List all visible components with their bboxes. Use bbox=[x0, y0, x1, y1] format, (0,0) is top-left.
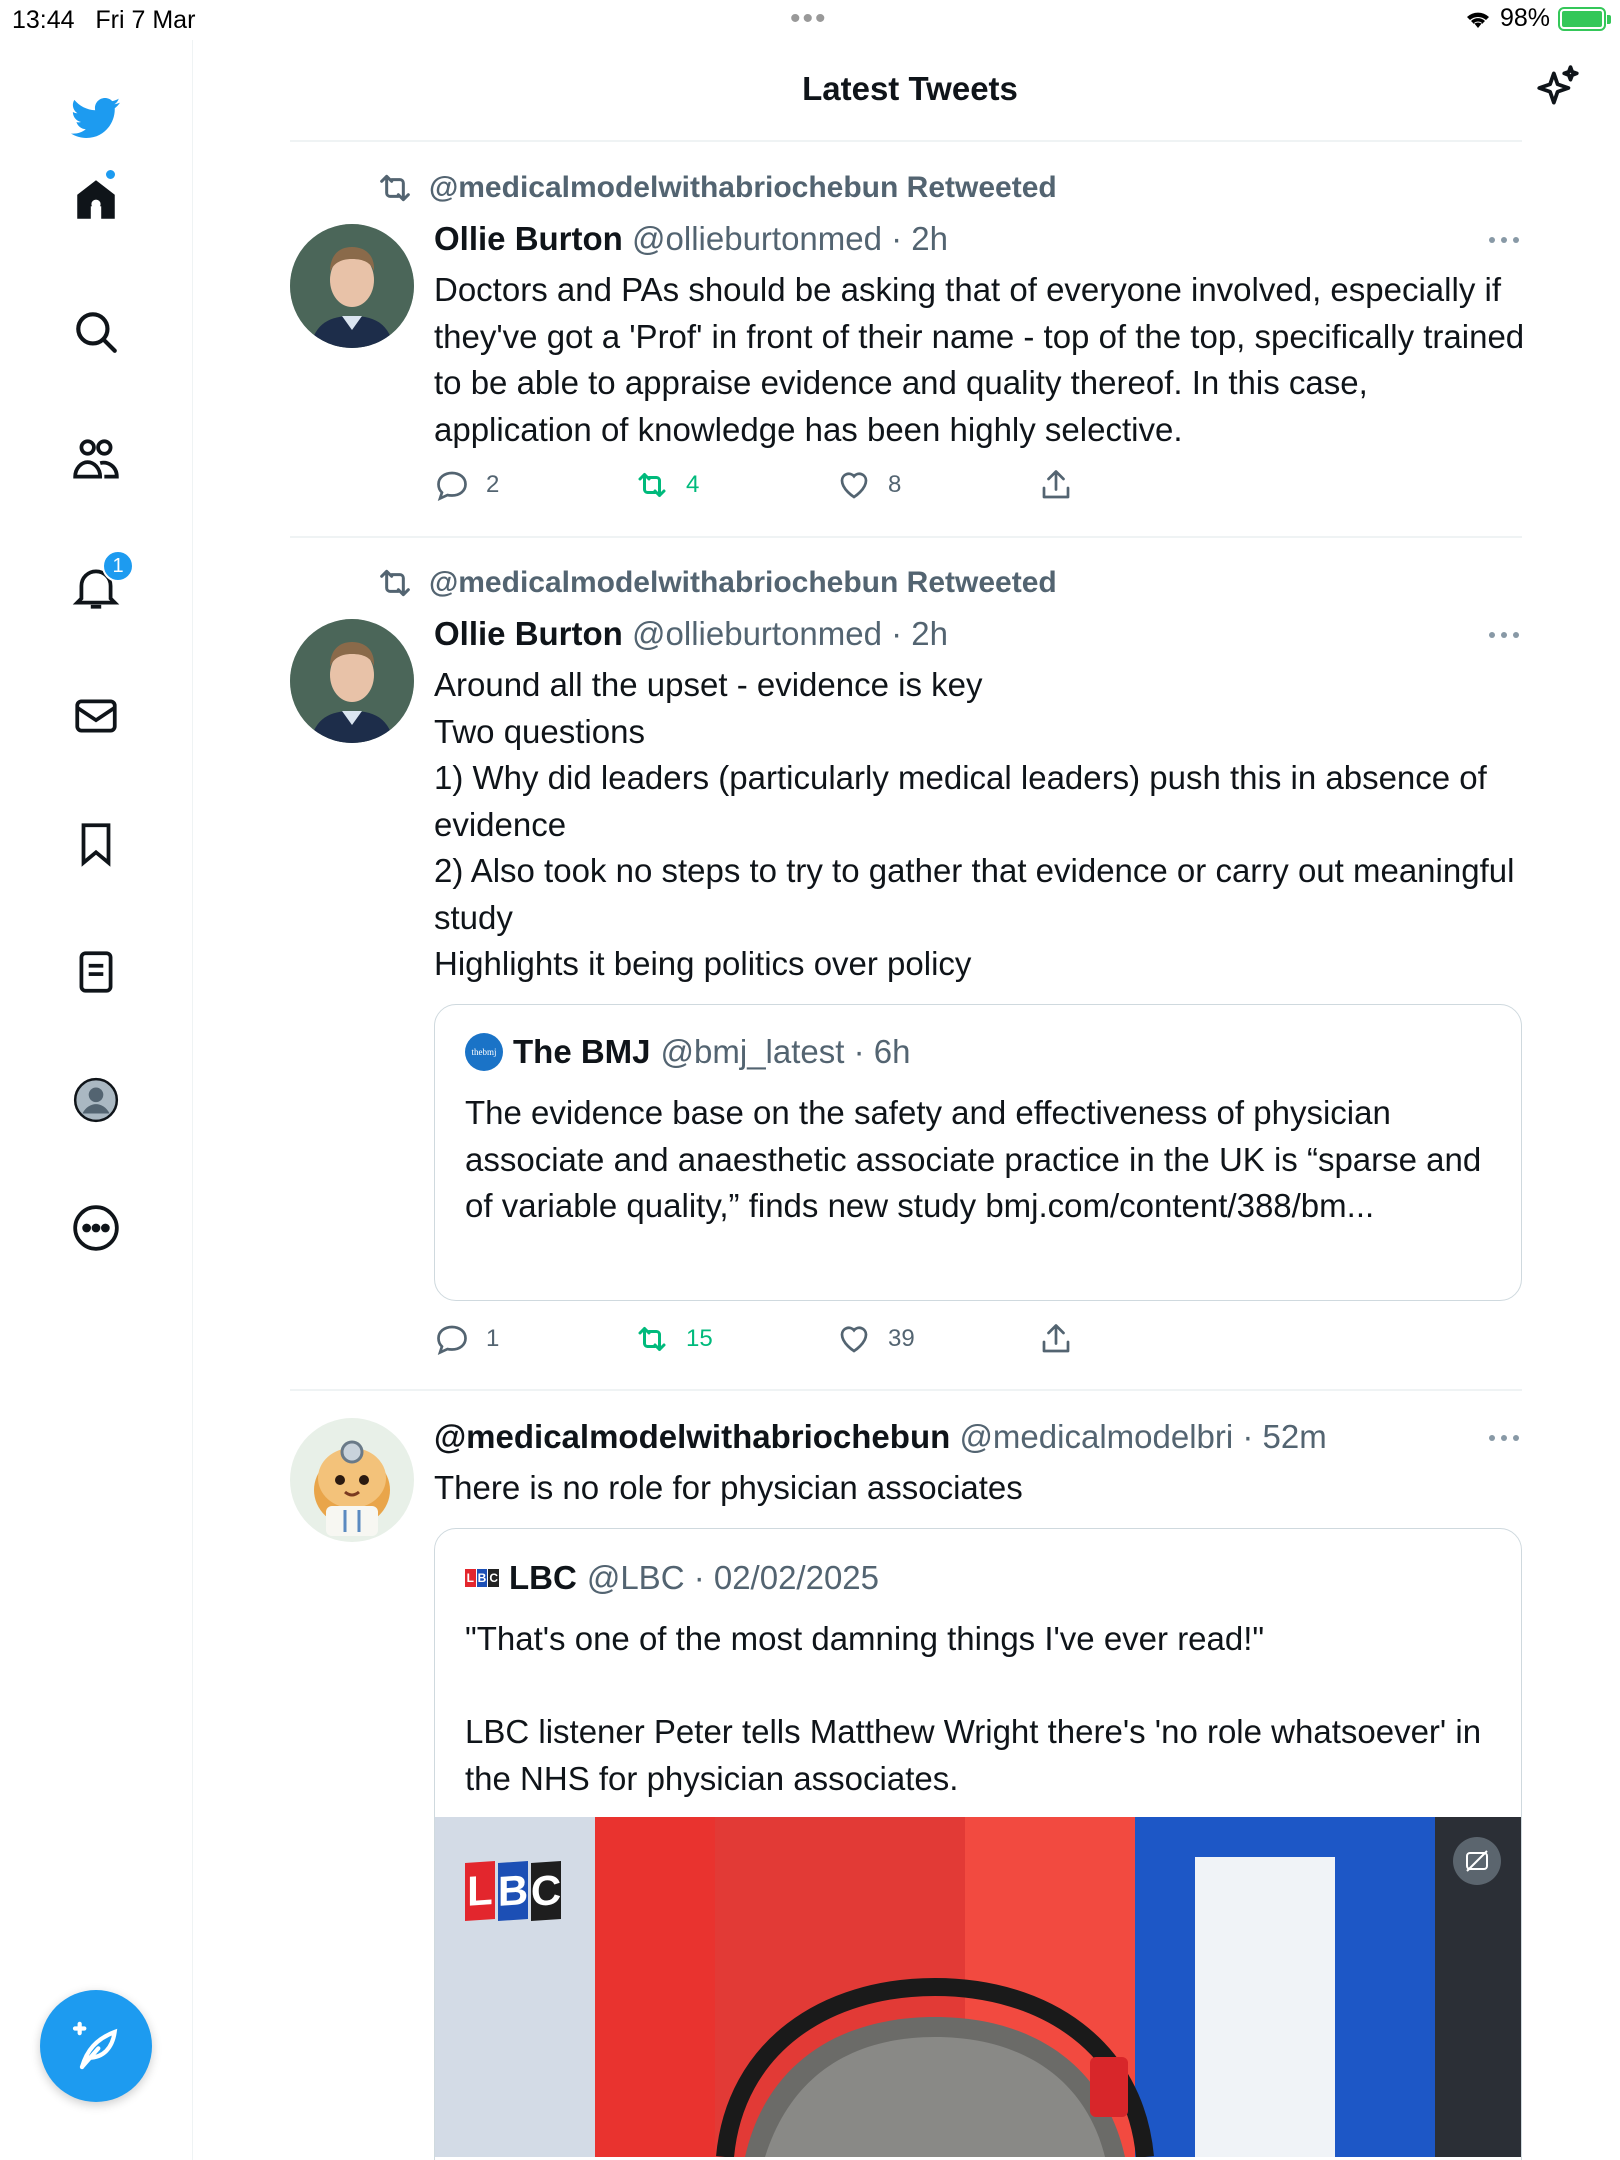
battery-icon bbox=[1558, 6, 1611, 31]
tweet-text: Around all the upset - evidence is key T… bbox=[434, 666, 1515, 982]
compose-tweet-button[interactable] bbox=[40, 1990, 152, 2102]
reply-button[interactable]: 1 bbox=[434, 1321, 499, 1357]
lists-icon[interactable] bbox=[66, 942, 126, 1002]
tweet-actions: 1 15 39 bbox=[434, 1321, 1134, 1361]
page-title: Latest Tweets bbox=[802, 70, 1018, 107]
retweet-icon bbox=[380, 174, 410, 202]
bookmarks-icon[interactable] bbox=[66, 814, 126, 874]
share-icon bbox=[1042, 1324, 1070, 1353]
tweet-author[interactable]: Ollie Burton @ollieburtonmed · 2h bbox=[434, 220, 948, 258]
share-icon bbox=[1042, 470, 1070, 499]
compose-feather-icon bbox=[72, 2021, 118, 2070]
avatar[interactable] bbox=[290, 1418, 414, 1542]
more-options-icon[interactable] bbox=[1486, 1432, 1522, 1444]
sparkle-icon[interactable] bbox=[1533, 63, 1583, 113]
reply-icon bbox=[437, 471, 467, 502]
home-icon[interactable] bbox=[66, 168, 126, 230]
reply-icon bbox=[437, 1325, 467, 1356]
retweet-button[interactable]: 4 bbox=[634, 467, 699, 503]
retweet-icon bbox=[638, 473, 666, 497]
home-unread-dot bbox=[104, 168, 117, 181]
more-icon[interactable] bbox=[66, 1198, 126, 1258]
tweet-text: There is no role for physician associate… bbox=[434, 1469, 1023, 1506]
quoted-tweet-author: LBC LBC @LBC · 02/02/2025 bbox=[465, 1559, 880, 1596]
tweet-text: Doctors and PAs should be asking that of… bbox=[434, 271, 1534, 448]
like-button[interactable]: 8 bbox=[836, 467, 901, 503]
messages-icon[interactable] bbox=[66, 686, 126, 746]
battery-percent: 98% bbox=[1499, 4, 1550, 32]
tweet-author[interactable]: @medicalmodelwithabriochebun @medicalmod… bbox=[434, 1418, 1327, 1456]
quoted-tweet[interactable]: thebmj The BMJ @bmj_latest · 6h The evid… bbox=[434, 1004, 1522, 1301]
notification-badge: 1 bbox=[102, 550, 134, 582]
retweet-icon bbox=[638, 1327, 666, 1351]
tweet-divider bbox=[290, 1389, 1522, 1391]
bmj-logo: thebmj bbox=[465, 1033, 503, 1071]
profile-icon[interactable] bbox=[66, 1070, 126, 1130]
retweet-indicator[interactable]: @medicalmodelwithabriochebun Retweeted bbox=[375, 168, 1057, 208]
status-right: 98% bbox=[1464, 4, 1611, 33]
search-icon[interactable] bbox=[66, 302, 126, 362]
quoted-tweet-text: "That's one of the most damning things I… bbox=[465, 1620, 1482, 1797]
heart-icon bbox=[840, 1326, 868, 1353]
more-options-icon[interactable] bbox=[1486, 629, 1522, 641]
media-lbc-logo: L B C bbox=[465, 1860, 561, 1922]
status-time: 13:44 Fri 7 Mar bbox=[12, 6, 196, 34]
retweet-icon bbox=[380, 569, 410, 597]
sidebar: 1 bbox=[0, 40, 193, 2160]
reply-button[interactable]: 2 bbox=[434, 467, 499, 503]
video-thumbnail[interactable]: L B C bbox=[435, 1817, 1521, 2157]
twitter-logo-icon[interactable] bbox=[66, 88, 126, 148]
share-button[interactable] bbox=[1038, 1321, 1074, 1357]
like-button[interactable]: 39 bbox=[836, 1321, 915, 1357]
more-options-icon[interactable] bbox=[1486, 234, 1522, 246]
tweet-actions: 2 4 8 bbox=[434, 467, 1134, 507]
tweet-author[interactable]: Ollie Burton @ollieburtonmed · 2h bbox=[434, 615, 948, 653]
communities-icon[interactable] bbox=[66, 430, 126, 490]
retweet-indicator[interactable]: @medicalmodelwithabriochebun Retweeted bbox=[375, 563, 1057, 603]
avatar[interactable] bbox=[290, 224, 414, 348]
wifi-icon bbox=[1466, 12, 1489, 28]
video-frame bbox=[435, 1817, 1521, 2157]
avatar[interactable] bbox=[290, 619, 414, 743]
header-divider bbox=[290, 140, 1522, 142]
lbc-logo: LBC bbox=[465, 1569, 500, 1587]
status-bar: 13:44 Fri 7 Mar ••• 98% bbox=[0, 0, 1620, 40]
sensitive-media-icon[interactable] bbox=[1453, 1837, 1501, 1885]
quoted-tweet-author: thebmj The BMJ @bmj_latest · 6h bbox=[465, 1033, 910, 1071]
multitasking-dots[interactable]: ••• bbox=[790, 2, 828, 36]
share-button[interactable] bbox=[1038, 467, 1074, 503]
heart-icon bbox=[840, 472, 868, 499]
retweet-button[interactable]: 15 bbox=[634, 1321, 713, 1357]
notifications-icon[interactable]: 1 bbox=[66, 550, 134, 618]
tweet-divider bbox=[290, 536, 1522, 538]
quoted-tweet[interactable]: LBC LBC @LBC · 02/02/2025 "That's one of… bbox=[434, 1528, 1522, 2160]
quoted-tweet-text: The evidence base on the safety and effe… bbox=[465, 1094, 1491, 1224]
